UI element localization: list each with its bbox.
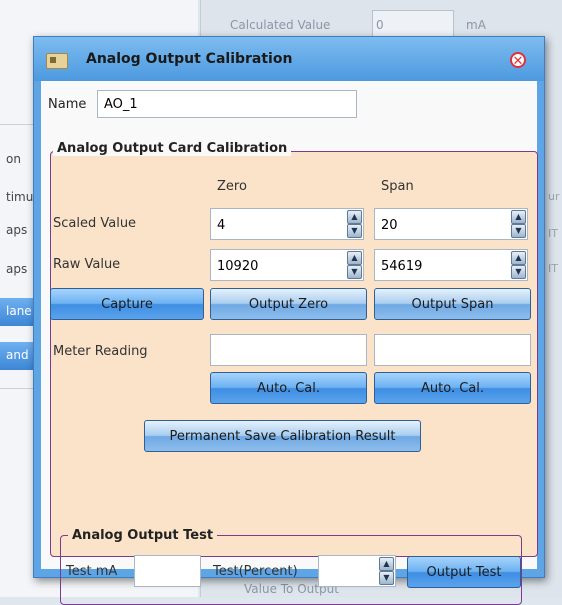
test-percent-label: Test(Percent)	[213, 564, 298, 579]
calculated-value: 0	[376, 18, 384, 32]
scaled-zero-input[interactable]	[217, 218, 337, 233]
dialog-titlebar[interactable]: Analog Output Calibration ✕	[34, 37, 544, 81]
card-calibration-title: Analog Output Card Calibration	[53, 141, 292, 156]
zero-column-header: Zero	[217, 179, 247, 194]
spin-down-icon[interactable]: ▼	[511, 224, 526, 238]
scaled-span-spin: ▲ ▼	[511, 209, 526, 239]
permanent-save-button[interactable]: Permanent Save Calibration Result	[144, 420, 421, 452]
scaled-zero-stepper[interactable]: ▲ ▼	[210, 208, 364, 240]
calibration-dialog: Analog Output Calibration ✕ Name Analog …	[33, 36, 545, 605]
spin-up-icon[interactable]: ▲	[379, 557, 394, 571]
spin-up-icon[interactable]: ▲	[347, 251, 362, 265]
meter-reading-span-input[interactable]	[374, 334, 531, 366]
test-ma-label: Test mA	[66, 564, 118, 579]
raw-zero-input[interactable]	[217, 259, 337, 274]
window-icon	[46, 53, 68, 69]
dialog-title: Analog Output Calibration	[86, 51, 293, 67]
spin-down-icon[interactable]: ▼	[511, 265, 526, 279]
output-test-button[interactable]: Output Test	[407, 556, 521, 588]
background-edge-text: ur	[548, 190, 560, 203]
calculated-value-unit: mA	[466, 18, 486, 32]
output-test-title: Analog Output Test	[68, 528, 218, 543]
auto-cal-span-button[interactable]: Auto. Cal.	[374, 372, 531, 404]
scaled-span-stepper[interactable]: ▲ ▼	[374, 208, 528, 240]
scaled-value-label: Scaled Value	[53, 216, 137, 231]
background-edge-text: IT	[548, 262, 558, 275]
raw-span-stepper[interactable]: ▲ ▼	[374, 249, 528, 281]
meter-reading-label: Meter Reading	[53, 344, 148, 359]
capture-button[interactable]: Capture	[50, 288, 204, 320]
raw-zero-spin: ▲ ▼	[347, 250, 362, 280]
dialog-content: Name Analog Output Card Calibration Zero…	[41, 81, 538, 605]
test-ma-input[interactable]	[134, 555, 201, 587]
scaled-zero-spin: ▲ ▼	[347, 209, 362, 239]
spin-down-icon[interactable]: ▼	[347, 265, 362, 279]
output-span-button[interactable]: Output Span	[374, 288, 531, 320]
raw-span-input[interactable]	[381, 259, 501, 274]
spin-up-icon[interactable]: ▲	[511, 251, 526, 265]
raw-span-spin: ▲ ▼	[511, 250, 526, 280]
background-edge-text: IT	[548, 227, 558, 240]
test-percent-spin: ▲ ▼	[379, 556, 394, 586]
close-icon[interactable]: ✕	[510, 52, 526, 69]
raw-value-label: Raw Value	[53, 257, 121, 272]
spin-down-icon[interactable]: ▼	[379, 571, 394, 585]
scaled-span-input[interactable]	[381, 218, 501, 233]
spin-up-icon[interactable]: ▲	[511, 210, 526, 224]
auto-cal-zero-button[interactable]: Auto. Cal.	[210, 372, 367, 404]
meter-reading-zero-input[interactable]	[210, 334, 367, 366]
test-percent-stepper[interactable]: ▲ ▼	[318, 555, 396, 587]
span-column-header: Span	[381, 179, 414, 194]
raw-zero-stepper[interactable]: ▲ ▼	[210, 249, 364, 281]
name-label: Name	[48, 97, 87, 112]
calculated-value-label: Calculated Value	[230, 18, 331, 32]
output-zero-button[interactable]: Output Zero	[210, 288, 367, 320]
spin-up-icon[interactable]: ▲	[347, 210, 362, 224]
spin-down-icon[interactable]: ▼	[347, 224, 362, 238]
name-input[interactable]	[97, 90, 357, 118]
test-percent-input[interactable]	[325, 565, 375, 580]
